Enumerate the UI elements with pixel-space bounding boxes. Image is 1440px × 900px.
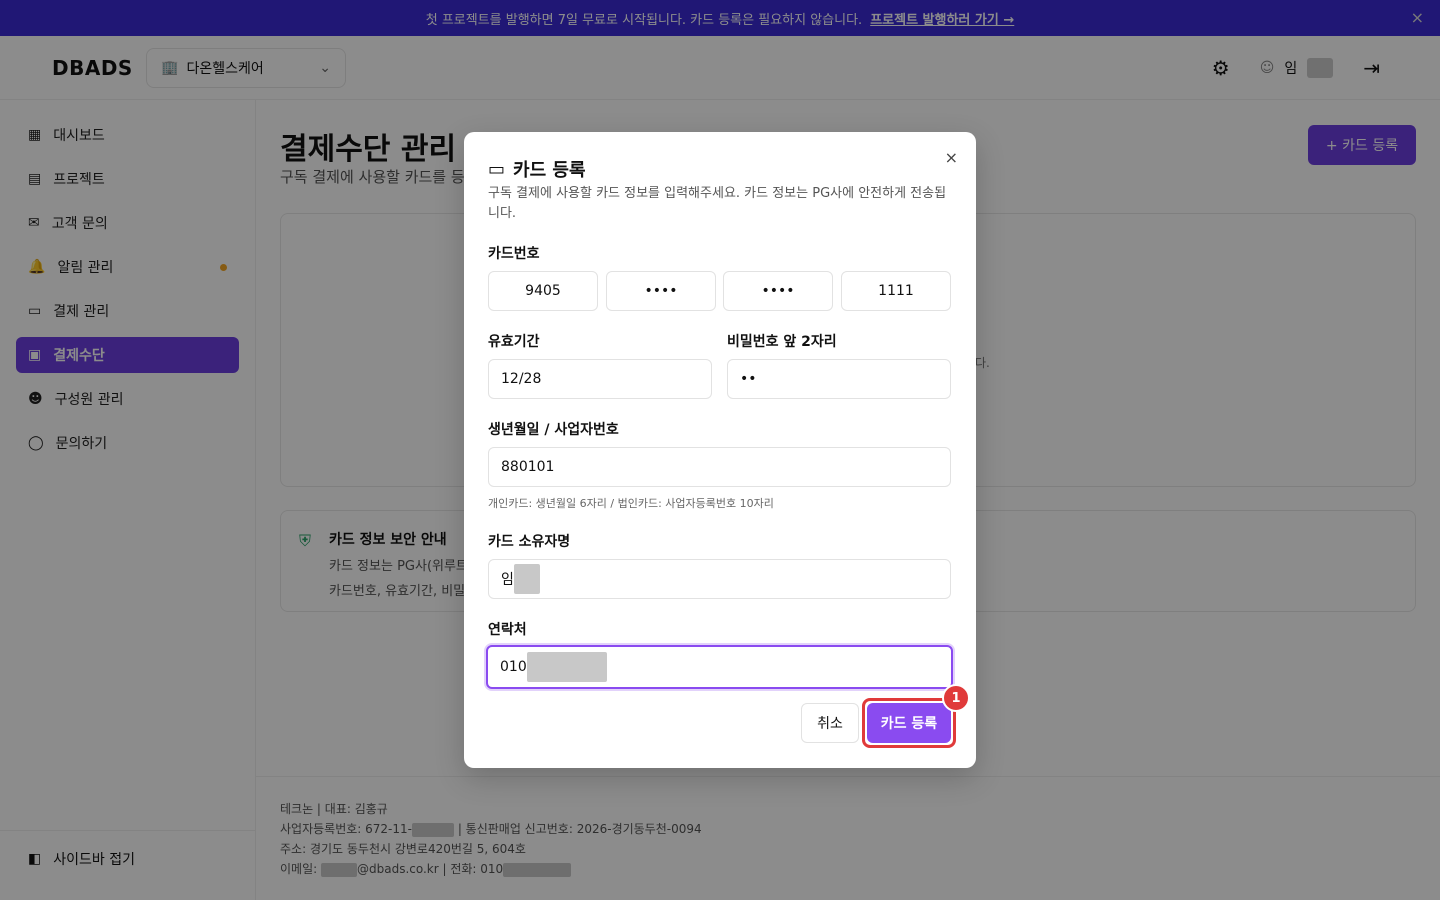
owner-value: 임: [501, 572, 514, 588]
phone-label: 연락처: [488, 622, 527, 638]
birth-hint: 개인카드: 생년월일 6자리 / 법인카드: 사업자등록번호 10자리: [488, 497, 774, 510]
birth-field[interactable]: 880101: [488, 447, 951, 487]
modal-description: 구독 결제에 사용할 카드 정보를 입력해주세요. 카드 정보는 PG사에 안전…: [488, 186, 947, 221]
expiry-field[interactable]: 12/28: [488, 359, 712, 399]
close-icon[interactable]: ×: [945, 148, 958, 167]
card-register-modal: × ▭ 카드 등록 구독 결제에 사용할 카드 정보를 입력해주세요. 카드 정…: [464, 132, 976, 768]
modal-title: 카드 등록: [513, 160, 586, 181]
step-badge: 1: [942, 684, 970, 712]
cancel-button[interactable]: 취소: [801, 703, 859, 743]
phone-value: 010: [500, 659, 527, 675]
password-field[interactable]: ••: [727, 359, 951, 399]
card-number-field-3[interactable]: ••••: [723, 271, 833, 311]
expiry-label: 유효기간: [488, 334, 540, 350]
redacted-text: [513, 564, 540, 594]
card-number-label: 카드번호: [488, 246, 540, 262]
birth-label: 생년월일 / 사업자번호: [488, 422, 619, 438]
credit-card-icon: ▭: [488, 158, 506, 180]
phone-field[interactable]: 010: [486, 645, 953, 689]
card-number-field-4[interactable]: 1111: [841, 271, 951, 311]
highlight-box: [862, 698, 956, 748]
owner-field[interactable]: 임: [488, 559, 951, 599]
redacted-text: [526, 652, 607, 682]
owner-label: 카드 소유자명: [488, 534, 571, 550]
modal-title-row: ▭ 카드 등록: [488, 156, 586, 182]
password-label: 비밀번호 앞 2자리: [727, 334, 837, 350]
card-number-field-1[interactable]: 9405: [488, 271, 598, 311]
card-number-field-2[interactable]: ••••: [606, 271, 716, 311]
